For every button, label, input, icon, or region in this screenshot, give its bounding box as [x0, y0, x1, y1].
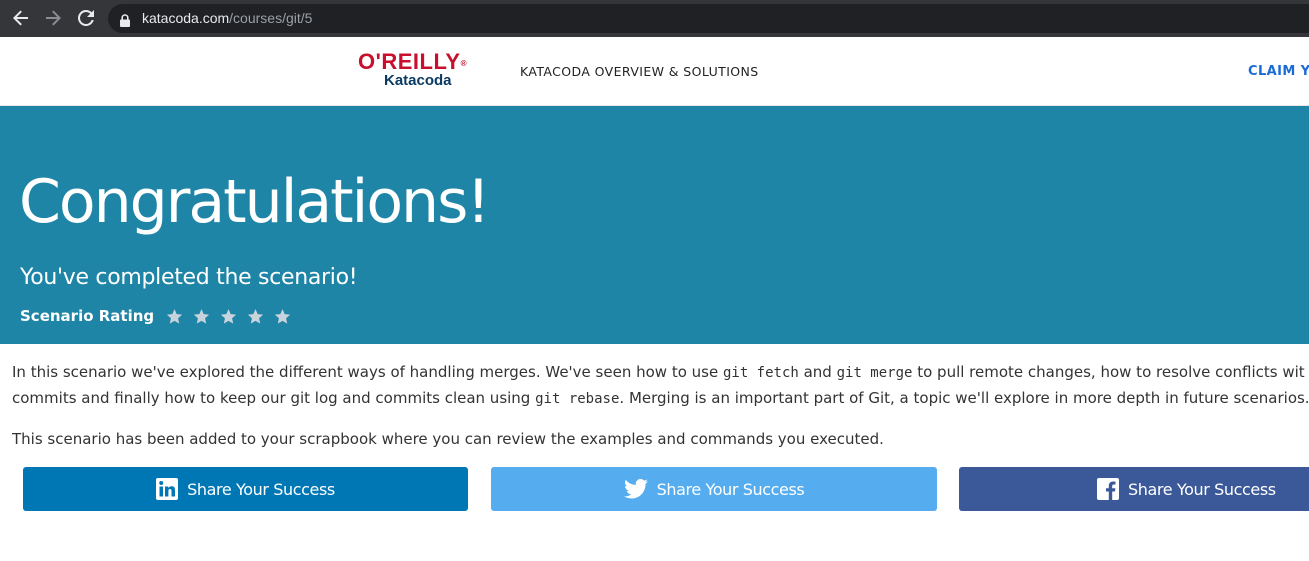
nav-claim-link[interactable]: CLAIM YO	[1248, 64, 1309, 80]
share-twitter-label: Share Your Success	[656, 479, 805, 499]
linkedin-icon	[156, 478, 179, 500]
lock-icon	[120, 12, 130, 31]
share-facebook-label: Share Your Success	[1128, 479, 1276, 499]
star-icon[interactable]	[193, 308, 210, 325]
rating-label: Scenario Rating	[20, 307, 155, 325]
site-header: O'REILLY® Katacoda KATACODA OVERVIEW & S…	[0, 37, 1309, 106]
hero-subtitle: You've completed the scenario!	[20, 265, 358, 290]
facebook-icon	[1097, 478, 1119, 500]
url-host: katacoda.com	[142, 10, 230, 26]
url-path: /courses/git/5	[229, 10, 313, 26]
star-icon[interactable]	[166, 308, 183, 325]
scrapbook-note: This scenario has been added to your scr…	[12, 430, 884, 448]
summary-text: commits and finally how to keep our git …	[12, 389, 536, 407]
page-title: Congratulations!	[19, 167, 490, 237]
summary-text: . Merging is an important part of Git, a…	[619, 389, 1309, 407]
share-linkedin-button[interactable]: Share Your Success	[23, 467, 468, 511]
forward-arrow-icon[interactable]	[41, 6, 65, 30]
reload-icon[interactable]	[74, 6, 98, 30]
back-arrow-icon[interactable]	[9, 6, 33, 30]
logo-oreilly-text: O'REILLY®	[358, 49, 467, 74]
nav-katacoda-overview[interactable]: KATACODA OVERVIEW & SOLUTIONS	[520, 64, 759, 80]
star-icon[interactable]	[274, 308, 291, 325]
inline-code: git fetch	[722, 365, 799, 381]
summary-paragraph: In this scenario we've explored the diff…	[12, 360, 1309, 412]
summary-text: and	[798, 363, 837, 381]
browser-toolbar: katacoda.com/courses/git/5	[0, 0, 1309, 37]
summary-text: In this scenario we've explored the diff…	[12, 363, 723, 381]
share-linkedin-label: Share Your Success	[187, 479, 335, 499]
inline-code: git rebase	[535, 391, 620, 407]
address-bar[interactable]: katacoda.com/courses/git/5	[108, 4, 1309, 33]
share-facebook-button[interactable]: Share Your Success	[959, 467, 1309, 511]
share-twitter-button[interactable]: Share Your Success	[491, 467, 937, 511]
star-icon[interactable]	[247, 308, 264, 325]
scenario-rating: Scenario Rating	[20, 305, 301, 327]
star-icon[interactable]	[220, 308, 237, 325]
hero-banner: Congratulations! You've completed the sc…	[0, 106, 1309, 344]
url-text: katacoda.com/courses/git/5	[142, 10, 312, 27]
twitter-icon	[623, 479, 648, 499]
logo-katacoda-text: Katacoda	[384, 72, 452, 89]
summary-text: to pull remote changes, how to resolve c…	[912, 363, 1305, 381]
inline-code: git merge	[836, 365, 913, 381]
oreilly-katacoda-logo[interactable]: O'REILLY® Katacoda	[358, 51, 472, 91]
